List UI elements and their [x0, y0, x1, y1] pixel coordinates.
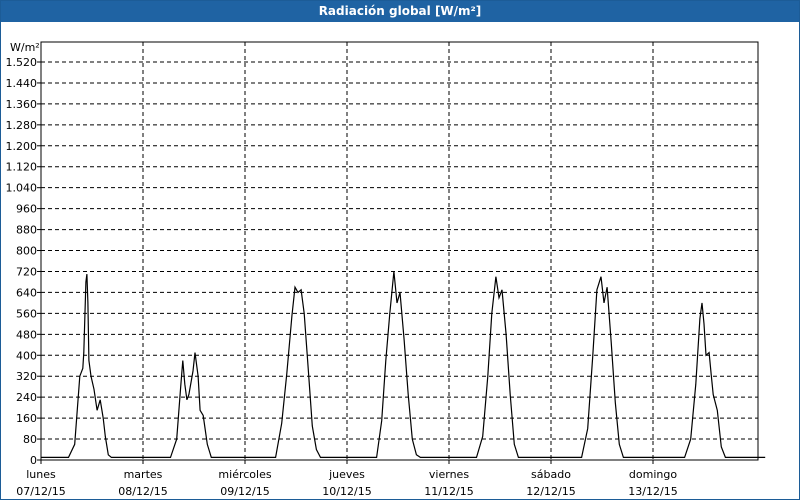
y-axis-label: W/m²	[10, 41, 40, 54]
x-axis-ticks: lunes 07/12/15 martes 08/12/15 miércoles 09/1…	[16, 460, 678, 498]
x-tick-date-label: 10/12/15	[322, 485, 371, 498]
y-tick-label: 800	[16, 245, 37, 258]
y-tick-label: 1.520	[6, 56, 38, 69]
x-tick-day-label: miércoles	[218, 468, 271, 481]
series-group	[41, 271, 766, 458]
x-tick-day-label: lunes	[26, 468, 56, 481]
y-tick-label: 480	[16, 328, 37, 341]
y-tick-label: 1.360	[6, 98, 38, 111]
x-tick-date-label: 12/12/15	[526, 485, 575, 498]
x-tick-date-label: 08/12/15	[118, 485, 167, 498]
y-tick-label: 720	[16, 265, 37, 278]
y-tick-label: 1.040	[6, 182, 38, 195]
y-tick-label: 560	[16, 307, 37, 320]
x-tick-date-label: 13/12/15	[628, 485, 677, 498]
y-tick-label: 1.280	[6, 119, 38, 132]
y-tick-label: 1.440	[6, 77, 38, 90]
x-tick-day-label: domingo	[629, 468, 677, 481]
y-tick-label: 960	[16, 203, 37, 216]
y-tick-label: 320	[16, 370, 37, 383]
x-tick-day-label: jueves	[328, 468, 365, 481]
chart-window: Radiación global [W/m²] W/m² 0 80 160 240 32…	[0, 0, 800, 500]
y-axis-ticks: 0 80 160 240 320 400 480 560 640 720 800 880 960 1.04…	[6, 56, 41, 467]
y-tick-label: 640	[16, 286, 37, 299]
x-tick-day-label: martes	[124, 468, 163, 481]
x-tick-date-label: 09/12/15	[220, 485, 269, 498]
y-tick-label: 1.120	[6, 161, 38, 174]
chart-plot: W/m² 0 80 160 240 320 400 480 560 640 720 800 880 96…	[6, 41, 766, 498]
y-tick-label: 240	[16, 391, 37, 404]
x-tick-day-label: viernes	[429, 468, 469, 481]
series-line	[41, 271, 766, 458]
grid-lines	[41, 42, 758, 460]
y-tick-label: 880	[16, 224, 37, 237]
y-tick-label: 1.200	[6, 140, 38, 153]
y-tick-label: 400	[16, 349, 37, 362]
y-tick-label: 0	[30, 454, 37, 467]
y-tick-label: 160	[16, 412, 37, 425]
x-tick-day-label: sábado	[531, 468, 571, 481]
x-tick-date-label: 07/12/15	[16, 485, 65, 498]
x-tick-date-label: 11/12/15	[424, 485, 473, 498]
y-tick-label: 80	[23, 433, 37, 446]
